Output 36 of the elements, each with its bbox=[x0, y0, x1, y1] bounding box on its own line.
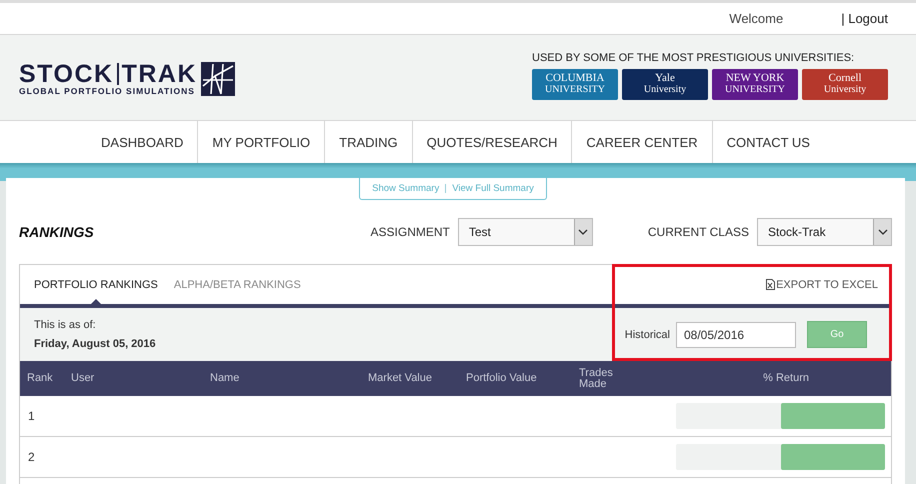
spreadsheet-icon bbox=[766, 279, 776, 290]
export-link[interactable]: EXPORT TO EXCEL bbox=[766, 278, 878, 290]
page-title: RANKINGS bbox=[19, 224, 95, 240]
university-logo: COLUMBIA UNIVERSITY bbox=[532, 68, 618, 100]
logo-tagline: GLOBAL PORTFOLIO SIMULATIONS bbox=[19, 86, 196, 96]
logo-wordmark: STOCK bbox=[19, 62, 114, 86]
as-of-date: Friday, August 05, 2016 bbox=[34, 338, 156, 350]
ranking-tab[interactable]: PORTFOLIO RANKINGS bbox=[34, 265, 158, 304]
column-header: User bbox=[71, 373, 96, 384]
assignment-label: ASSIGNMENT bbox=[370, 225, 450, 239]
column-header: % Return bbox=[762, 373, 809, 384]
column-header: Rank bbox=[27, 373, 54, 384]
ranking-tab[interactable]: ALPHA/BETA RANKINGS bbox=[174, 265, 301, 304]
universities-heading: USED BY SOME OF THE MOST PRESTIGIOUS UNIVERSITIES: bbox=[532, 52, 856, 64]
logout-link[interactable]: | Logout bbox=[841, 11, 888, 26]
university-logo: Yale University bbox=[622, 68, 708, 100]
caret-icon bbox=[878, 229, 888, 235]
column-header: Trades Made bbox=[579, 368, 614, 390]
rank-cell-text: 2 bbox=[28, 450, 36, 464]
university-logo: NEW YORK UNIVERSITY bbox=[712, 68, 798, 100]
welcome-text: Welcome bbox=[729, 11, 784, 26]
column-header: Portfolio Value bbox=[466, 373, 538, 384]
date-field[interactable]: 08/05/2016 bbox=[676, 322, 796, 348]
as-of-label: This is as of: bbox=[34, 319, 97, 331]
class-dropdown[interactable]: Stock-Trak bbox=[757, 218, 892, 246]
rank-cell-text: 1 bbox=[28, 409, 36, 423]
university-logo: Cornell University bbox=[802, 68, 888, 100]
logo-mark-icon bbox=[201, 62, 235, 96]
logo-wordmark: TRAK bbox=[122, 62, 197, 86]
historical-label: Historical bbox=[624, 328, 670, 340]
caret-icon bbox=[578, 229, 588, 235]
assignment-dropdown[interactable]: Test bbox=[458, 218, 593, 246]
nav-item[interactable]: DASHBOARD bbox=[87, 121, 198, 163]
class-label: CURRENT CLASS bbox=[648, 225, 749, 239]
column-header: Name bbox=[210, 373, 240, 384]
column-header: Market Value bbox=[368, 373, 433, 384]
